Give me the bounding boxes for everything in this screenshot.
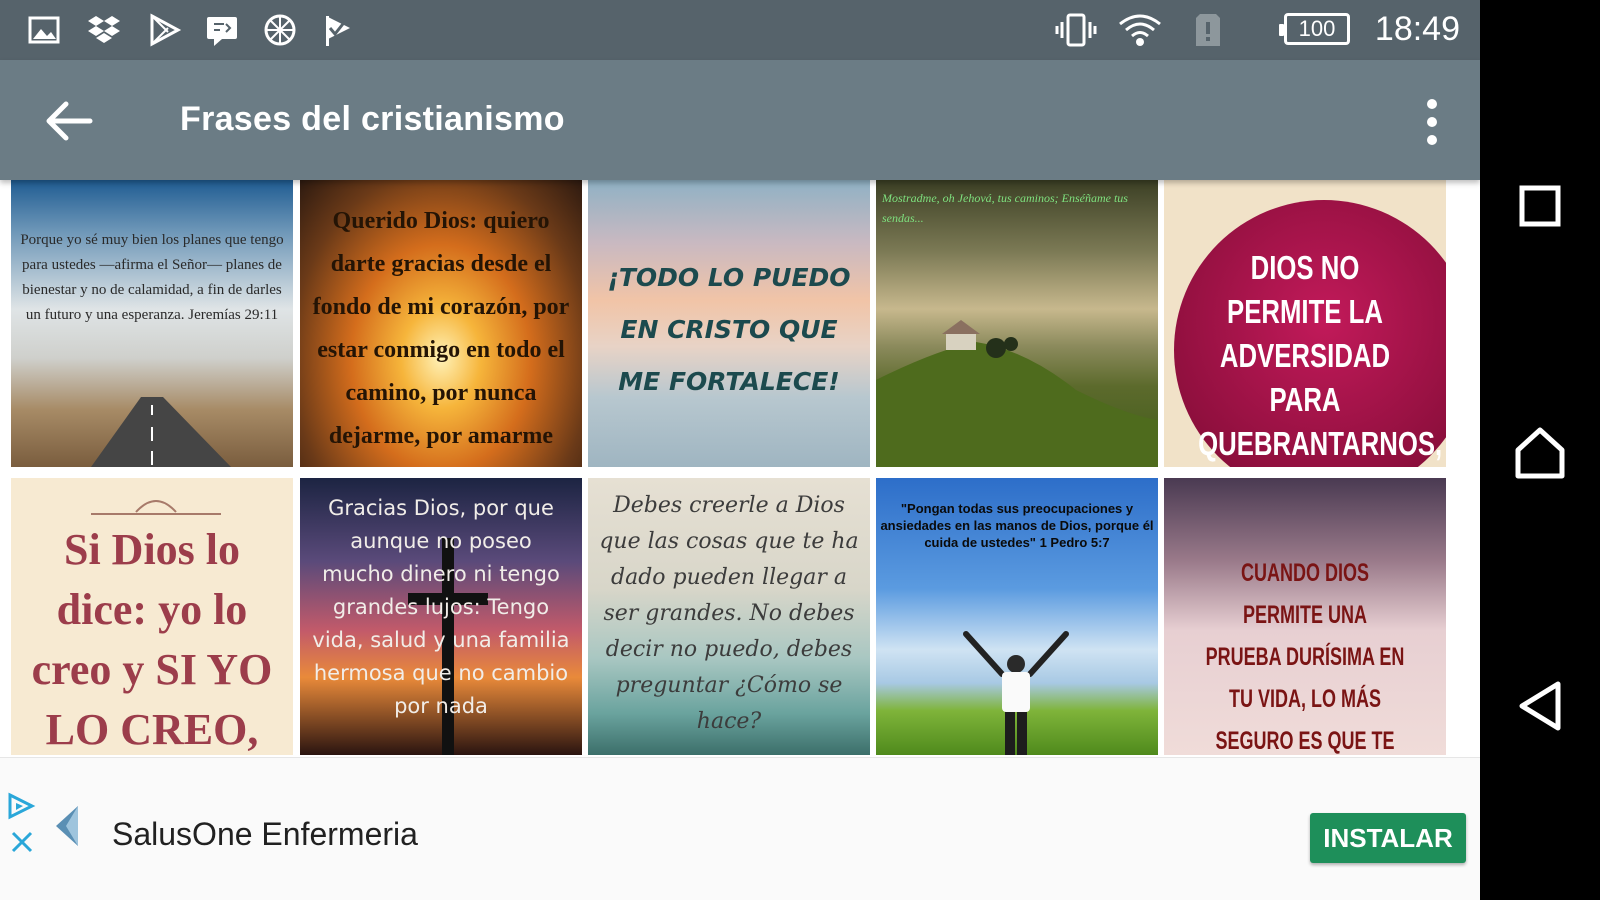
battery-icon: 100 [1279,13,1350,45]
vibrate-icon [1055,13,1097,47]
home-icon[interactable] [1510,422,1570,482]
back-arrow-icon[interactable] [40,96,96,146]
message-icon [207,17,237,46]
tile-caption: DIOS NO PERMITE LA ADVERSIDAD PARA QUEBR… [1198,249,1443,462]
tile-caption: Si Dios lo dice: yo lo creo y SI YO LO C… [31,525,273,754]
tile-caption: Mostradme, oh Jehová, tus caminos; Enséñ… [882,191,1128,225]
image-grid: Porque yo sé muy bien los planes que ten… [0,180,1480,755]
image-tile[interactable]: ¡TODO LO PUEDO EN CRISTO QUE ME FORTALEC… [588,180,870,467]
tile-caption: ¡TODO LO PUEDO EN CRISTO QUE ME FORTALEC… [607,263,851,396]
tile-caption: "Pongan todas sus preocupaciones y ansie… [880,501,1154,550]
tile-caption: Gracias Dios, por que aunque no poseo mu… [312,496,570,718]
image-tile[interactable]: Querido Dios: quiero darte gracias desde… [300,180,582,467]
close-icon[interactable] [8,828,36,856]
system-nav-bar [1480,0,1600,900]
ad-banner[interactable]: SalusOne Enfermeria INSTALAR [0,757,1480,900]
image-tile[interactable]: Mostradme, oh Jehová, tus caminos; Enséñ… [876,180,1158,467]
image-tile[interactable]: Si Dios lo dice: yo lo creo y SI YO LO C… [11,478,293,755]
recents-icon[interactable] [1510,176,1570,236]
dropbox-icon [88,16,120,43]
tile-caption: Querido Dios: quiero darte gracias desde… [312,208,570,467]
wifi-icon [1119,14,1161,46]
tile-caption: Debes creerle a Dios que las cosas que t… [599,493,859,734]
image-icon [28,16,60,44]
image-tile[interactable]: CUANDO DIOS PERMITE UNA PRUEBA DURÍSIMA … [1164,478,1446,755]
status-time: 18:49 [1374,10,1460,48]
status-bar: 100 18:49 [0,0,1480,60]
image-tile[interactable]: Debes creerle a Dios que las cosas que t… [588,478,870,755]
app-logo-icon [56,806,78,846]
ad-app-name: SalusOne Enfermeria [112,816,418,852]
check-flag-icon [326,16,350,46]
app-toolbar: Frases del cristianismo [0,60,1480,180]
image-tile[interactable]: "Pongan todas sus preocupaciones y ansie… [876,478,1158,755]
install-button[interactable]: INSTALAR [1310,813,1466,863]
more-options-icon[interactable] [1414,94,1450,150]
adchoices-icon[interactable] [6,792,38,820]
tile-caption: CUANDO DIOS PERMITE UNA PRUEBA DURÍSIMA … [1205,559,1405,755]
play-store-icon [150,13,182,47]
image-tile[interactable]: DIOS NO PERMITE LA ADVERSIDAD PARA QUEBR… [1164,180,1446,467]
tile-caption: Porque yo sé muy bien los planes que ten… [20,232,284,323]
image-tile[interactable]: Porque yo sé muy bien los planes que ten… [11,180,293,467]
page-title: Frases del cristianismo [180,100,565,138]
blocked-icon [264,14,296,46]
back-nav-icon[interactable] [1510,676,1570,736]
image-tile[interactable]: Gracias Dios, por que aunque no poseo mu… [300,478,582,755]
app-screen: 100 18:49 Frases del cristianismo Porque… [0,0,1480,900]
sim-alert-icon [1196,14,1220,46]
